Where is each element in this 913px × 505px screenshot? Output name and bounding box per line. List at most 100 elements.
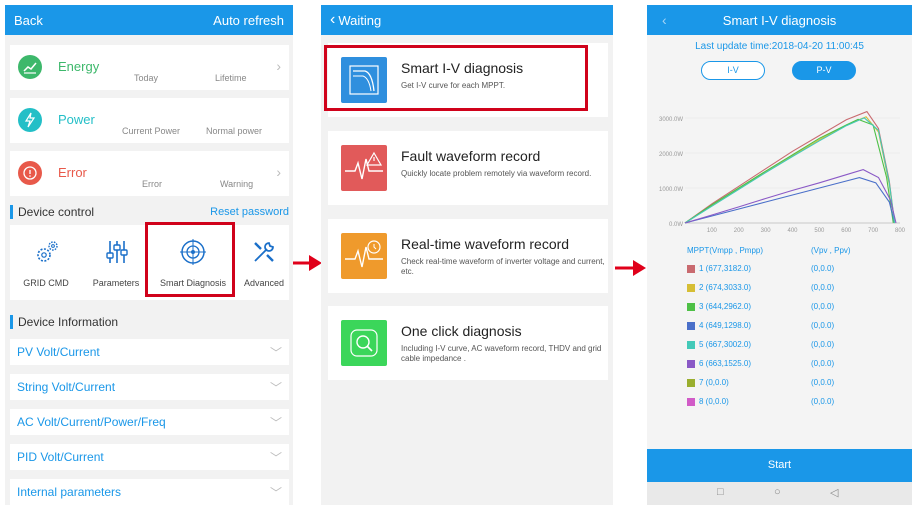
- legend-header-pv: (Vpv , Ppv): [811, 246, 851, 255]
- one-click-item[interactable]: One click diagnosis Including I-V curve,…: [328, 306, 608, 380]
- item-desc: Check real-time waveform of inverter vol…: [401, 257, 605, 276]
- info-row-ac[interactable]: AC Volt/Current/Power/Freq ﹀: [10, 409, 289, 435]
- legend-pv: (0,0.0): [811, 283, 835, 292]
- android-nav-bar: □ ○ ◁: [647, 482, 912, 505]
- info-row-label: Internal parameters: [17, 485, 122, 499]
- grid-cmd-button[interactable]: GRID CMD: [10, 225, 82, 300]
- iv-diagnosis-screen: ‹ Smart I-V diagnosis Last update time:2…: [647, 5, 912, 505]
- info-row-internal[interactable]: Internal parameters ﹀: [10, 479, 289, 505]
- legend-mpp: 2 (674,3033.0): [699, 283, 752, 292]
- x-tick-label: 700: [868, 228, 879, 234]
- warning-label: Warning: [220, 179, 254, 189]
- magnify-icon: [341, 320, 387, 366]
- last-update-text: Last update time:2018-04-20 11:00:45: [695, 41, 864, 52]
- back-chevron-icon[interactable]: ‹: [330, 11, 335, 29]
- x-tick-label: 100: [707, 228, 718, 234]
- power-title: Power: [58, 112, 95, 127]
- power-card[interactable]: Power Current Power Normal power: [10, 98, 289, 143]
- legend-pv: (0,0.0): [811, 340, 835, 349]
- realtime-wave-icon: [341, 233, 387, 279]
- tab-pv[interactable]: P-V: [792, 61, 856, 80]
- legend-row: 6 (663,1525.0) (0,0.0): [687, 358, 887, 370]
- info-row-pv[interactable]: PV Volt/Current ﹀: [10, 339, 289, 365]
- fault-wave-icon: [341, 145, 387, 191]
- back-nav-icon[interactable]: ◁: [830, 486, 838, 499]
- legend-pv: (0,0.0): [811, 397, 835, 406]
- back-button[interactable]: Back: [14, 13, 43, 28]
- tab-iv[interactable]: I-V: [701, 61, 765, 80]
- series-line: [684, 110, 896, 224]
- legend-mpp: 8 (0,0.0): [699, 397, 729, 406]
- advanced-button[interactable]: Advanced: [239, 225, 289, 300]
- info-row-label: PV Volt/Current: [17, 345, 100, 359]
- legend-row: 3 (644,2962.0) (0,0.0): [687, 301, 887, 313]
- realtime-waveform-item[interactable]: Real-time waveform record Check real-tim…: [328, 219, 608, 293]
- auto-refresh-button[interactable]: Auto refresh: [213, 13, 284, 28]
- chevron-down-icon: ﹀: [269, 485, 282, 500]
- legend-mpp: 3 (644,2962.0): [699, 302, 752, 311]
- legend-swatch: [687, 303, 695, 311]
- legend-row: 4 (649,1298.0) (0,0.0): [687, 320, 887, 332]
- parameters-button[interactable]: Parameters: [82, 225, 150, 300]
- highlight-box: [324, 45, 588, 111]
- energy-lifetime-label: Lifetime: [215, 73, 247, 83]
- item-title: Fault waveform record: [401, 148, 541, 164]
- current-power-label: Current Power: [122, 126, 181, 136]
- legend-mpp: 5 (667,3002.0): [699, 340, 752, 349]
- legend-mpp: 7 (0,0.0): [699, 378, 729, 387]
- legend-swatch: [687, 341, 695, 349]
- chevron-down-icon: ﹀: [269, 450, 282, 465]
- legend-pv: (0,0.0): [811, 359, 835, 368]
- info-row-string[interactable]: String Volt/Current ﹀: [10, 374, 289, 400]
- legend-row: 8 (0,0.0) (0,0.0): [687, 396, 887, 408]
- section-marker: [10, 205, 13, 219]
- reset-password-link[interactable]: Reset password: [210, 206, 289, 218]
- y-tick-label: 2000.0W: [659, 152, 683, 158]
- y-tick-label: 1000.0W: [659, 187, 683, 193]
- y-tick-label: 3000.0W: [659, 117, 683, 123]
- info-row-label: PID Volt/Current: [17, 450, 104, 464]
- legend-row: 7 (0,0.0) (0,0.0): [687, 377, 887, 389]
- advanced-label: Advanced: [243, 278, 285, 288]
- legend-pv: (0,0.0): [811, 302, 835, 311]
- legend-swatch: [687, 284, 695, 292]
- device-control-header: Device control Reset password: [10, 203, 289, 221]
- legend-mpp: 6 (663,1525.0): [699, 359, 752, 368]
- x-tick-label: 800: [895, 228, 906, 234]
- header-bar: ‹ Waiting: [321, 5, 613, 35]
- arrow-right-icon: [615, 260, 646, 276]
- arrow-right-icon: [293, 255, 322, 271]
- info-row-label: AC Volt/Current/Power/Freq: [17, 415, 166, 429]
- parameters-label: Parameters: [92, 278, 140, 288]
- legend-mpp: 1 (677,3182.0): [699, 264, 752, 273]
- x-tick-label: 300: [761, 228, 772, 234]
- fault-waveform-item[interactable]: Fault waveform record Quickly locate pro…: [328, 131, 608, 205]
- sliders-icon: [106, 241, 128, 263]
- error-card[interactable]: Error Error Warning ›: [10, 151, 289, 196]
- chart-icon: [18, 55, 42, 79]
- device-information-title: Device Information: [18, 315, 119, 329]
- gears-icon: [37, 241, 58, 262]
- item-desc: Quickly locate problem remotely via wave…: [401, 169, 592, 178]
- recent-apps-icon[interactable]: □: [717, 486, 724, 498]
- section-marker: [10, 315, 13, 329]
- legend-swatch: [687, 360, 695, 368]
- highlight-box: [145, 222, 235, 297]
- chevron-right-icon: ›: [276, 164, 281, 180]
- series-line: [684, 118, 894, 224]
- info-row-label: String Volt/Current: [17, 380, 116, 394]
- legend-row: 5 (667,3002.0) (0,0.0): [687, 339, 887, 351]
- start-button[interactable]: Start: [647, 449, 912, 482]
- bolt-icon: [18, 108, 42, 132]
- waiting-title: Waiting: [338, 12, 382, 28]
- energy-card[interactable]: Energy Today Lifetime ›: [10, 45, 289, 90]
- legend-swatch: [687, 265, 695, 273]
- info-row-pid[interactable]: PID Volt/Current ﹀: [10, 444, 289, 470]
- device-screen: Back Auto refresh Energy Today Lifetime …: [5, 5, 293, 505]
- chevron-down-icon: ﹀: [269, 415, 282, 430]
- home-icon[interactable]: ○: [774, 486, 781, 498]
- chevron-down-icon: ﹀: [269, 345, 282, 360]
- series-line: [684, 117, 896, 224]
- legend-pv: (0,0.0): [811, 378, 835, 387]
- legend-swatch: [687, 379, 695, 387]
